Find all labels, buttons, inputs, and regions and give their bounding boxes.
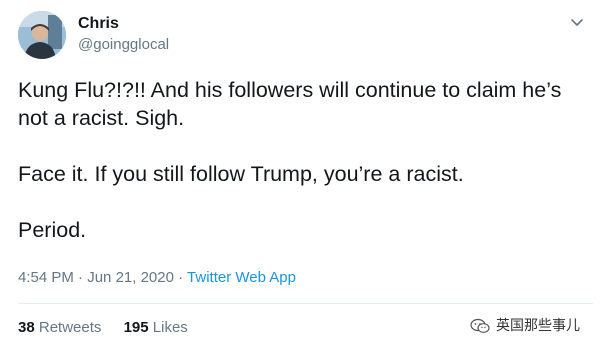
meta-separator: ·: [78, 269, 84, 286]
tweet-text-paragraph: Kung Flu?!?!! And his followers will con…: [18, 78, 562, 130]
author-handle[interactable]: @goingglocal: [78, 35, 169, 55]
source-app-link[interactable]: Twitter Web App: [187, 269, 296, 286]
retweets-label: Retweets: [38, 319, 102, 336]
tweet-text-paragraph: Period.: [18, 218, 87, 242]
meta-separator: ·: [178, 269, 184, 286]
tweet-meta: 4:54 PM · Jun 21, 2020 · Twitter Web App: [18, 268, 296, 288]
tweet-card: Chris @goingglocal Kung Flu?!?!! And his…: [0, 0, 606, 351]
avatar-image: [18, 11, 66, 59]
retweets-stat[interactable]: 38 Retweets: [18, 318, 101, 338]
likes-stat[interactable]: 195 Likes: [124, 318, 188, 338]
tweet-text: Kung Flu?!?!! And his followers will con…: [18, 76, 593, 244]
divider: [18, 303, 593, 304]
watermark: 英国那些事儿: [470, 316, 580, 336]
tweet-text-paragraph: Face it. If you still follow Trump, you’…: [18, 162, 464, 186]
tweet-time[interactable]: 4:54 PM: [18, 269, 74, 286]
watermark-text: 英国那些事儿: [496, 318, 580, 334]
engagement-stats: 38 Retweets 195 Likes: [18, 318, 188, 338]
avatar[interactable]: [18, 11, 66, 59]
wechat-icon: [470, 318, 490, 333]
likes-label: Likes: [152, 319, 188, 336]
retweets-count: 38: [18, 319, 35, 336]
author-name[interactable]: Chris: [78, 14, 119, 34]
chevron-down-icon[interactable]: [566, 14, 588, 32]
likes-count: 195: [123, 319, 149, 336]
tweet-date[interactable]: Jun 21, 2020: [87, 269, 174, 286]
